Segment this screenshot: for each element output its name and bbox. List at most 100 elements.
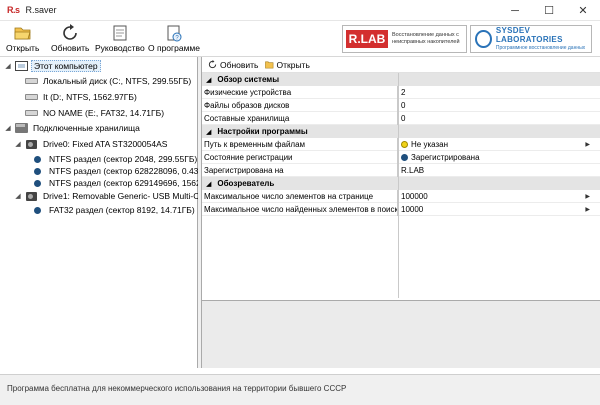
- property-key: Путь к временным файлам: [202, 137, 398, 151]
- property-row[interactable]: Состояние регистрации Зарегистрирована: [202, 150, 600, 164]
- collapse-arrow-icon[interactable]: ◢: [14, 192, 22, 200]
- about-button[interactable]: ? О программе: [148, 23, 200, 56]
- tree-item-label: Drive0: Fixed ATA ST3200054AS: [43, 139, 168, 149]
- properties-open-label: Открыть: [276, 59, 310, 70]
- about-label: О программе: [148, 43, 201, 53]
- manual-icon: [113, 25, 127, 41]
- status-bar: Программа бесплатна для некоммерческого …: [0, 374, 600, 405]
- expand-caret-icon[interactable]: ▶: [585, 193, 590, 200]
- property-value[interactable]: Не указан ▶: [398, 138, 600, 151]
- property-value: R.LAB: [401, 165, 425, 175]
- title-bar: R.s R.saver ─ ☐ ✕: [0, 0, 600, 21]
- warning-dot-icon: [401, 140, 408, 148]
- tree-item-label: Drive1: Removable Generic- USB Multi-Car…: [43, 191, 212, 201]
- property-value: 0: [401, 100, 406, 110]
- tree-item-partition[interactable]: NTFS раздел (сектор 629149696, 1562.97: [30, 176, 215, 190]
- properties-refresh-button[interactable]: Обновить: [208, 60, 259, 70]
- expand-caret-icon[interactable]: ▶: [585, 141, 590, 148]
- property-row[interactable]: Составные хранилища 0: [202, 111, 600, 125]
- property-key: Максимальное число найденных элементов в…: [204, 202, 398, 216]
- property-key: Максимальное число элементов на странице: [202, 189, 398, 203]
- rlab-logo: R.LAB: [346, 30, 388, 48]
- collapse-arrow-icon[interactable]: ◢: [206, 180, 211, 188]
- sysdev-subtitle: Программное восстановление данных: [495, 44, 586, 51]
- collapse-arrow-icon[interactable]: ◢: [14, 140, 22, 148]
- property-row[interactable]: Физические устройства 2: [202, 85, 600, 99]
- sysdev-banner[interactable]: SYSDEV LABORATORIES Программное восстано…: [470, 25, 592, 53]
- tree-item-disk-c[interactable]: Локальный диск (C:, NTFS, 299.55ГБ): [14, 74, 193, 88]
- tree-item-disk-e[interactable]: NO NAME (E:, FAT32, 14.71ГБ): [14, 106, 166, 120]
- about-icon: ?: [167, 25, 182, 42]
- tree-item-disk-d[interactable]: It (D:, NTFS, 1562.97ГБ): [14, 90, 139, 104]
- expand-caret-icon[interactable]: ▶: [585, 206, 590, 213]
- disk-icon: [24, 110, 38, 116]
- collapse-arrow-icon[interactable]: ◢: [4, 62, 12, 70]
- close-button[interactable]: ✕: [566, 0, 600, 21]
- property-value: Зарегистрирована: [398, 151, 600, 164]
- properties-toolbar: Обновить Открыть: [202, 57, 600, 73]
- properties-refresh-label: Обновить: [220, 59, 259, 70]
- category-label: Настройки программы: [217, 127, 308, 136]
- open-button[interactable]: Открыть: [6, 23, 39, 56]
- refresh-button[interactable]: Обновить: [51, 23, 90, 56]
- category-browser[interactable]: ◢ Обозреватель: [202, 177, 600, 190]
- category-system-overview[interactable]: ◢ Обзор системы: [202, 73, 600, 86]
- property-value: 2: [401, 87, 406, 97]
- property-key: Составные хранилища: [202, 111, 398, 125]
- property-value: 0: [401, 113, 406, 123]
- property-row[interactable]: Максимальное число элементов на странице…: [202, 189, 600, 203]
- property-value[interactable]: 10000 ▶: [398, 203, 600, 216]
- collapse-arrow-icon[interactable]: ◢: [4, 124, 12, 132]
- sysdev-logo-icon: [475, 30, 492, 48]
- rlab-banner-text: Восстановление данных с неисправных нако…: [392, 32, 460, 45]
- tree-item-drive0[interactable]: ◢ Drive0: Fixed ATA ST3200054AS: [14, 137, 169, 151]
- app-icon: R.s: [7, 5, 20, 15]
- collapse-arrow-icon[interactable]: ◢: [206, 76, 211, 84]
- status-text: Программа бесплатна для некоммерческого …: [7, 384, 347, 393]
- property-description-area: [202, 300, 600, 368]
- tree-item-partition[interactable]: FAT32 раздел (сектор 8192, 14.71ГБ): [30, 203, 197, 217]
- hard-drive-icon: [25, 139, 37, 149]
- property-key: Физические устройства: [202, 85, 398, 99]
- guide-button[interactable]: Руководство: [95, 23, 145, 56]
- property-row[interactable]: Максимальное число найденных элементов в…: [202, 202, 600, 216]
- property-key: Зарегистрирована на: [202, 163, 398, 177]
- partition-icon: [33, 179, 41, 187]
- open-label: Открыть: [6, 43, 40, 53]
- partition-icon: [33, 155, 41, 163]
- tree-item-label: Локальный диск (C:, NTFS, 299.55ГБ): [43, 76, 192, 86]
- grid-column-divider[interactable]: [398, 73, 399, 298]
- folder-open-icon: [14, 27, 31, 40]
- property-value[interactable]: 100000 ▶: [398, 190, 600, 203]
- minimize-button[interactable]: ─: [498, 0, 532, 21]
- properties-open-button[interactable]: Открыть: [264, 59, 310, 70]
- disk-icon: [24, 78, 38, 84]
- tree-item-drive1[interactable]: ◢ Drive1: Removable Generic- USB Multi-C…: [14, 189, 214, 203]
- device-tree[interactable]: ◢ Этот компьютер Локальный диск (C:, NTF…: [0, 57, 213, 368]
- property-row[interactable]: Путь к временным файлам Не указан ▶: [202, 137, 600, 151]
- collapse-arrow-icon[interactable]: ◢: [206, 128, 211, 136]
- property-row[interactable]: Зарегистрирована на R.LAB: [202, 163, 600, 177]
- guide-label: Руководство: [95, 43, 145, 53]
- partition-icon: [33, 206, 41, 214]
- rlab-banner[interactable]: R.LAB Восстановление данных с неисправны…: [342, 25, 467, 53]
- category-label: Обзор системы: [217, 75, 280, 84]
- properties-pane: Обновить Открыть ◢ Обзор системы Физичес…: [202, 57, 600, 368]
- status-dot-icon: [401, 153, 408, 161]
- property-row[interactable]: Файлы образов дисков 0: [202, 98, 600, 112]
- maximize-button[interactable]: ☐: [532, 0, 566, 21]
- window-controls: ─ ☐ ✕: [498, 0, 600, 21]
- refresh-icon: [63, 24, 78, 40]
- category-label: Обозреватель: [217, 179, 275, 188]
- sysdev-name: SYSDEV LABORATORIES: [495, 25, 563, 44]
- tree-item-label: It (D:, NTFS, 1562.97ГБ): [43, 92, 137, 102]
- disk-icon: [24, 94, 38, 100]
- refresh-icon: [208, 60, 217, 69]
- category-program-settings[interactable]: ◢ Настройки программы: [202, 125, 600, 138]
- tree-item-this-computer[interactable]: ◢ Этот компьютер: [4, 59, 101, 73]
- computer-icon: [14, 61, 28, 71]
- tree-item-label: NTFS раздел (сектор 629149696, 1562.97: [49, 178, 213, 188]
- refresh-label: Обновить: [51, 43, 90, 53]
- hard-drive-icon: [25, 191, 37, 201]
- tree-item-connected-storages[interactable]: ◢ Подключенные хранилища: [4, 121, 142, 135]
